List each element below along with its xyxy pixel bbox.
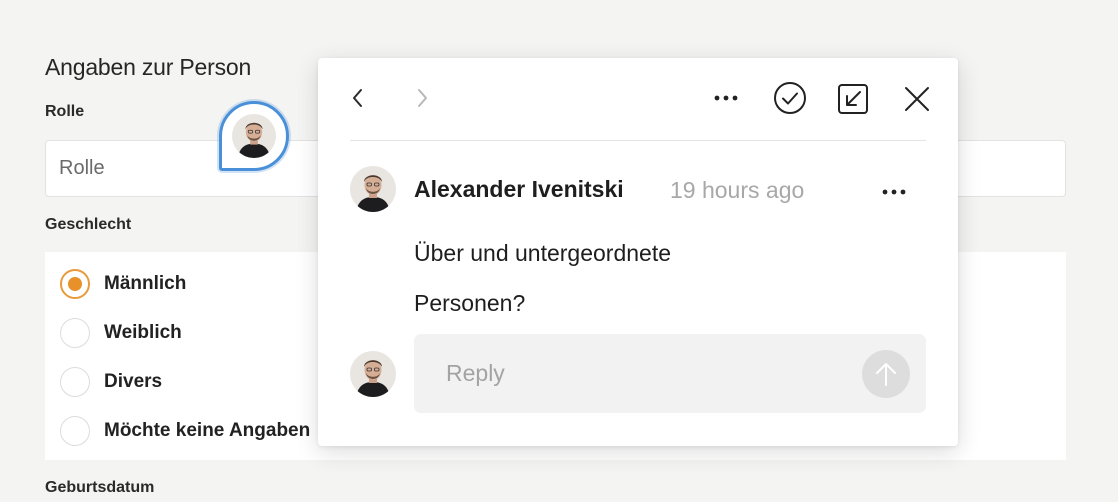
current-user-avatar: [350, 351, 396, 397]
more-horizontal-icon: [882, 189, 906, 195]
radio-option-keine-angaben[interactable]: Möchte keine Angaben: [60, 416, 310, 446]
radio-label: Weiblich: [104, 322, 182, 343]
more-horizontal-icon: [714, 95, 738, 101]
comment-text-line: Über und untergeordnete: [414, 240, 672, 266]
close-button[interactable]: [902, 84, 932, 114]
radio-option-divers[interactable]: Divers: [60, 367, 162, 397]
prev-comment-button[interactable]: [346, 86, 370, 110]
chevron-right-icon: [418, 89, 427, 107]
birthdate-label: Geburtsdatum: [45, 479, 155, 496]
radio-label: Divers: [104, 371, 163, 392]
radio-option-weiblich[interactable]: Weiblich: [60, 318, 182, 348]
comment-author: Alexander Ivenitski: [414, 176, 624, 202]
divider: [350, 140, 926, 141]
radio-button[interactable]: [60, 416, 90, 446]
comment-marker[interactable]: [219, 101, 289, 171]
send-reply-button[interactable]: [862, 350, 910, 398]
comment-timestamp: 19 hours ago: [670, 177, 805, 203]
chevron-left-icon: [353, 89, 362, 107]
resolve-button[interactable]: [772, 80, 808, 116]
gender-label: Geschlecht: [45, 216, 132, 233]
reply-input[interactable]: [414, 334, 926, 413]
more-options-button[interactable]: [710, 86, 742, 110]
comment-body: Über und untergeordnete Personen?: [414, 228, 774, 328]
comment-popup: Alexander Ivenitski 19 hours ago Über un…: [318, 58, 958, 446]
radio-button-checked[interactable]: [60, 269, 90, 299]
author-avatar: [350, 166, 396, 212]
radio-button[interactable]: [60, 318, 90, 348]
section-title: Angaben zur Person: [45, 54, 252, 80]
radio-button[interactable]: [60, 367, 90, 397]
arrow-up-icon: [876, 363, 896, 386]
radio-label: Männlich: [104, 273, 187, 294]
role-label: Rolle: [45, 103, 85, 120]
check-circle-icon: [774, 82, 806, 114]
open-in-panel-button[interactable]: [836, 82, 870, 116]
radio-option-maennlich[interactable]: Männlich: [60, 269, 186, 299]
avatar: [232, 114, 276, 158]
radio-label: Möchte keine Angaben: [104, 420, 311, 441]
close-icon: [905, 87, 929, 111]
open-in-panel-icon: [838, 84, 868, 114]
comment-more-button[interactable]: [878, 180, 910, 204]
comment-text-line: Personen?: [414, 290, 526, 316]
next-comment-button[interactable]: [410, 86, 434, 110]
